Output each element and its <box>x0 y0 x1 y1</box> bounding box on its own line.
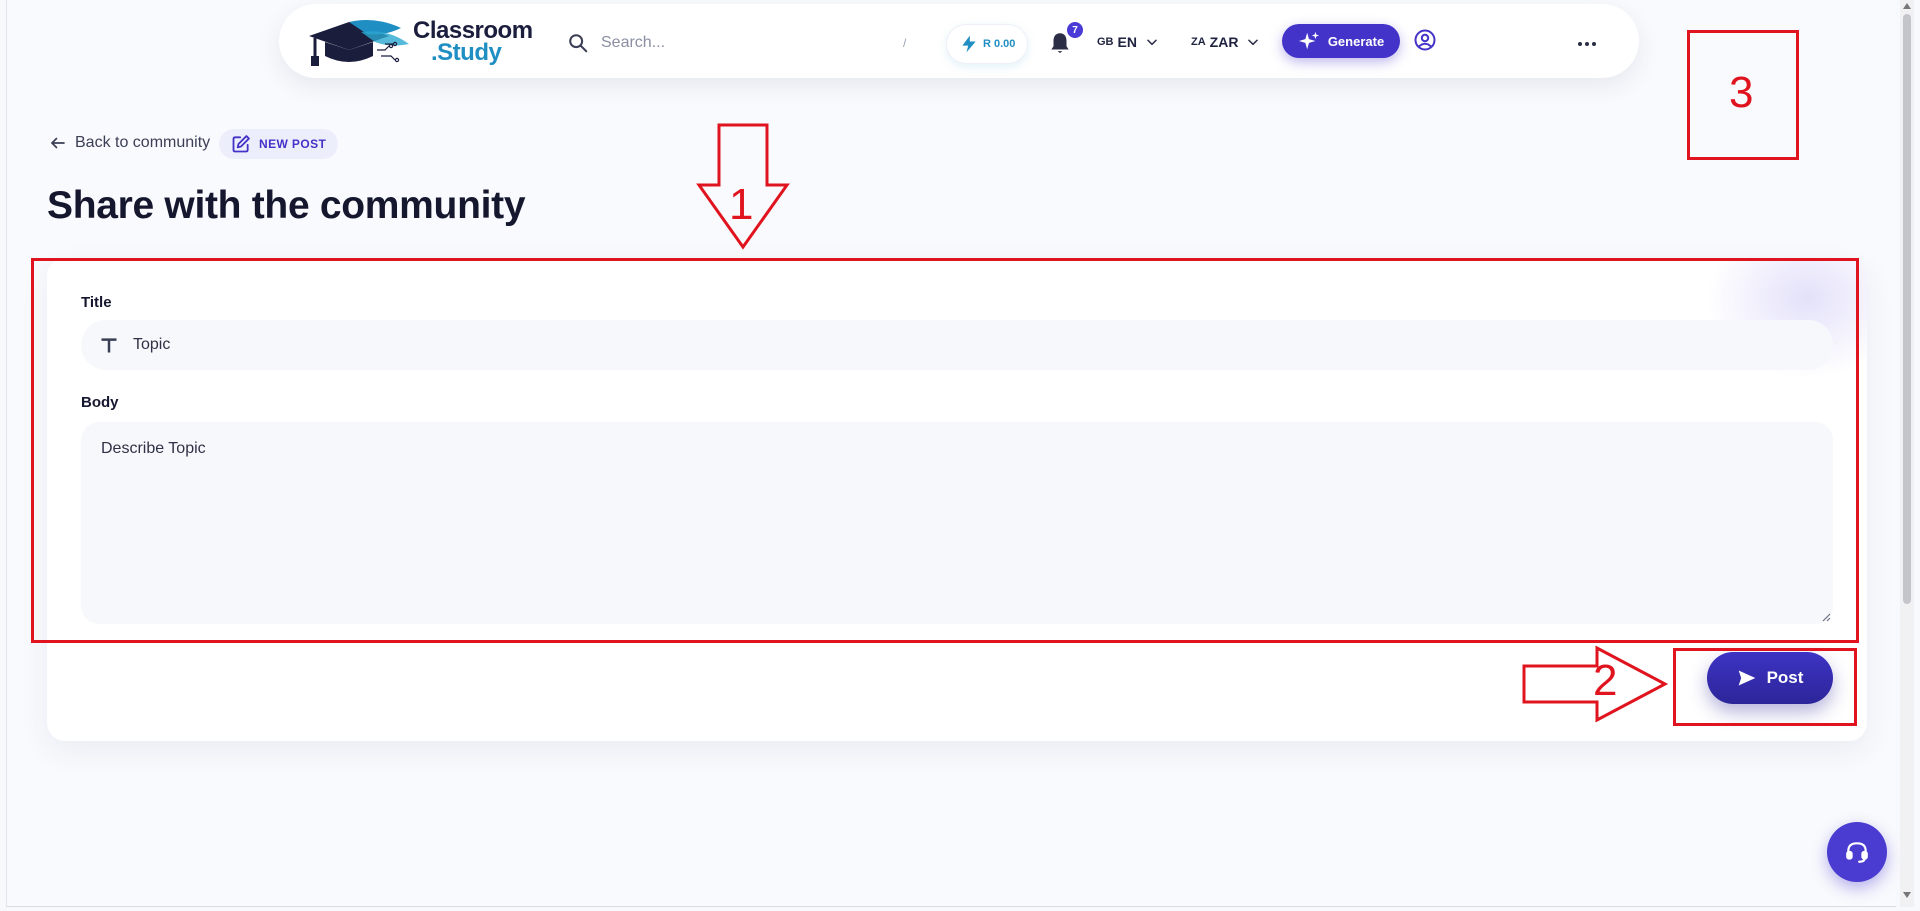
support-chat-button[interactable] <box>1827 822 1887 882</box>
annotation-number-1: 1 <box>729 180 754 229</box>
search-shortcut-hint: / <box>903 36 907 50</box>
currency-flag-code: ZA <box>1191 36 1206 48</box>
page-title: Share with the community <box>47 184 526 227</box>
wallet-balance: R 0.00 <box>983 38 1016 50</box>
classroom-study-logo[interactable]: Classroom .Study <box>305 14 535 70</box>
search-icon <box>569 34 588 53</box>
search-input[interactable] <box>601 34 881 52</box>
scroll-down-arrow[interactable] <box>1903 892 1911 898</box>
generate-label: Generate <box>1327 33 1385 49</box>
support-icon <box>1846 842 1868 863</box>
annotation-number-2: 2 <box>1593 656 1618 705</box>
arrow-left-icon <box>51 137 65 149</box>
back-link-label: Back to community <box>75 134 211 151</box>
back-to-community-link[interactable]: Back to community <box>49 134 210 152</box>
sparkle-icon <box>1298 31 1319 50</box>
user-circle-icon[interactable] <box>1413 28 1437 52</box>
top-navbar: Classroom .Study / R 0.00 7 GB EN <box>279 4 1639 78</box>
logo-text: Classroom .Study <box>413 19 533 66</box>
chevron-down-icon <box>1147 39 1157 46</box>
currency-label: ZAR <box>1209 34 1239 50</box>
new-post-badge-label: NEW POST <box>259 137 327 151</box>
language-label: EN <box>1117 34 1137 50</box>
more-icon[interactable] <box>1575 32 1599 56</box>
search-bar[interactable] <box>567 30 917 56</box>
graduation-cap-logo-icon <box>309 20 409 66</box>
generate-button[interactable]: Generate <box>1282 24 1400 58</box>
chevron-down-icon <box>1248 39 1259 46</box>
vertical-scrollbar[interactable] <box>1900 0 1914 907</box>
annotation-box-2 <box>1673 648 1857 726</box>
wallet-balance-button[interactable]: R 0.00 <box>947 25 1027 63</box>
language-selector[interactable]: GB EN <box>1097 34 1159 50</box>
new-post-badge: NEW POST <box>219 129 339 159</box>
edit-icon <box>232 135 250 153</box>
currency-selector[interactable]: ZA ZAR <box>1191 34 1260 50</box>
annotation-number-3: 3 <box>1729 68 1754 117</box>
scroll-up-arrow[interactable] <box>1903 3 1911 9</box>
annotation-box-1 <box>31 258 1859 643</box>
scrollbar-thumb[interactable] <box>1903 14 1911 604</box>
logo-line-2: .Study <box>431 39 502 66</box>
notification-count-badge: 7 <box>1067 22 1083 38</box>
page-viewport: Classroom .Study / R 0.00 7 GB EN <box>6 0 1896 907</box>
lightning-icon <box>962 35 976 53</box>
language-flag-code: GB <box>1097 36 1114 48</box>
